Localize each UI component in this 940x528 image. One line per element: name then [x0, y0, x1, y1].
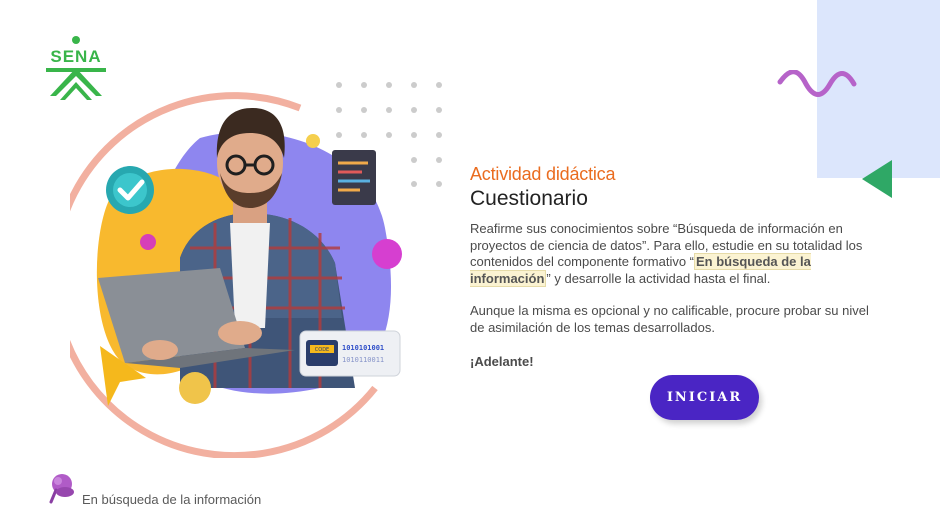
activity-intro: Reafirme sus conocimientos sobre “Búsque… — [470, 221, 885, 287]
svg-text:1010110011: 1010110011 — [342, 356, 384, 364]
svg-text:CODE: CODE — [315, 347, 329, 353]
activity-kicker: Actividad didáctica — [470, 164, 616, 184]
decorative-wave — [777, 70, 857, 97]
svg-text:SENA: SENA — [50, 47, 101, 66]
activity-note: Aunque la misma es opcional y no calific… — [470, 303, 869, 335]
activity-title: Cuestionario — [470, 187, 588, 210]
footer-component-tag: En búsqueda de la información — [48, 468, 261, 507]
start-button[interactable]: INICIAR — [650, 375, 759, 420]
svg-text:1010101001: 1010101001 — [342, 344, 384, 352]
person-with-laptop-illustration: CODE 1010101001 1010110011 — [70, 92, 402, 458]
footer-label: En búsqueda de la información — [82, 492, 262, 507]
activity-content: Actividad didáctica Cuestionario Reafirm… — [470, 163, 890, 369]
activity-cheer: ¡Adelante! — [470, 354, 534, 369]
pushpin-icon — [49, 473, 74, 503]
intro-text-end: ” y desarrolle la actividad hasta el fin… — [546, 270, 771, 286]
